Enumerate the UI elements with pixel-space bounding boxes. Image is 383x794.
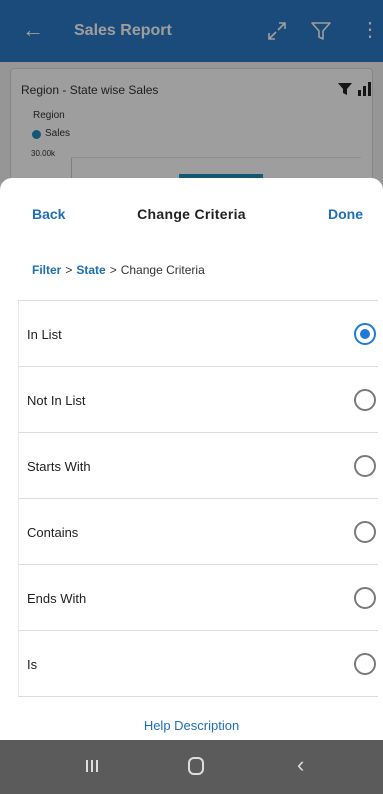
- criteria-options-list: In List Not In List Starts With Contains…: [18, 300, 378, 697]
- sheet-title: Change Criteria: [137, 206, 246, 222]
- option-not-in-list[interactable]: Not In List: [18, 367, 378, 433]
- radio-button[interactable]: [354, 455, 376, 477]
- breadcrumb: Filter > State > Change Criteria: [32, 263, 205, 277]
- option-is[interactable]: Is: [18, 631, 378, 697]
- system-back-icon[interactable]: ‹: [297, 753, 304, 777]
- breadcrumb-filter[interactable]: Filter: [32, 263, 61, 277]
- system-nav-bar: ‹: [0, 740, 383, 794]
- option-ends-with[interactable]: Ends With: [18, 565, 378, 631]
- recents-icon[interactable]: [84, 758, 100, 774]
- radio-button-selected[interactable]: [354, 323, 376, 345]
- home-icon[interactable]: [188, 757, 204, 775]
- help-description-link[interactable]: Help Description: [0, 718, 383, 733]
- radio-button[interactable]: [354, 521, 376, 543]
- breadcrumb-state[interactable]: State: [76, 263, 105, 277]
- radio-button[interactable]: [354, 653, 376, 675]
- change-criteria-sheet: Back Change Criteria Done Filter > State > C…: [0, 178, 383, 740]
- option-label: Ends With: [27, 591, 87, 606]
- breadcrumb-separator: >: [109, 263, 117, 277]
- option-label: In List: [27, 327, 62, 342]
- option-label: Starts With: [27, 459, 91, 474]
- breadcrumb-current: Change Criteria: [120, 263, 205, 277]
- breadcrumb-separator: >: [65, 263, 73, 277]
- option-label: Not In List: [27, 393, 86, 408]
- option-starts-with[interactable]: Starts With: [18, 433, 378, 499]
- option-contains[interactable]: Contains: [18, 499, 378, 565]
- option-label: Contains: [27, 525, 79, 540]
- done-button[interactable]: Done: [328, 206, 363, 222]
- radio-button[interactable]: [354, 389, 376, 411]
- option-label: Is: [27, 657, 38, 672]
- option-in-list[interactable]: In List: [18, 301, 378, 367]
- radio-button[interactable]: [354, 587, 376, 609]
